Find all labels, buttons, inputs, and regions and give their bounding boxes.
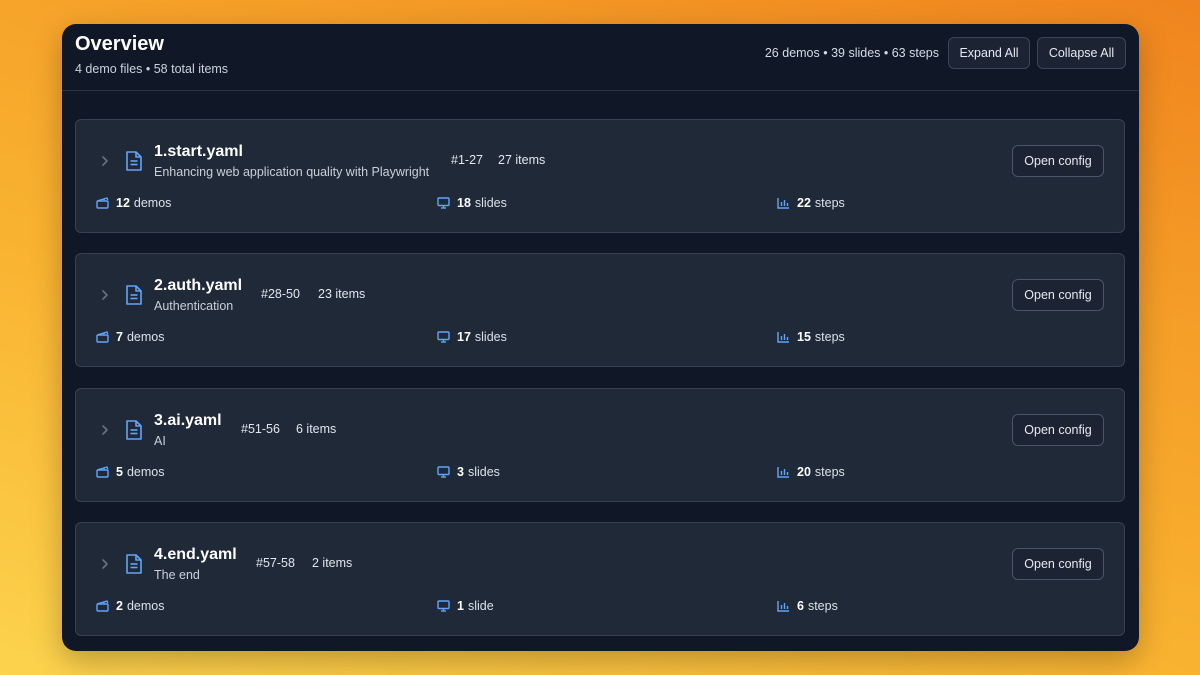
steps-stat: 15 steps [777, 330, 845, 344]
demos-label: demos [126, 465, 165, 479]
chevron-right-icon[interactable] [99, 153, 111, 169]
item-count: 2 items [312, 556, 353, 570]
demos-count: 2 [116, 599, 123, 613]
file-description: Authentication [154, 299, 234, 313]
steps-label: steps [814, 196, 845, 210]
chevron-right-icon[interactable] [99, 422, 111, 438]
slides-label: slides [467, 465, 500, 479]
file-name: 1.start.yaml [154, 143, 243, 160]
item-range: #1-27 [451, 153, 483, 167]
item-range: #28-50 [261, 287, 300, 301]
overview-header: Overview 4 demo files • 58 total items 2… [62, 24, 1139, 91]
demo-file-card[interactable]: 1.start.yaml Enhancing web application q… [75, 119, 1125, 233]
demos-label: demos [126, 599, 165, 613]
demos-stat: 12 demos [96, 196, 171, 210]
file-icon [126, 554, 142, 574]
open-config-button[interactable]: Open config [1012, 414, 1104, 446]
item-count: 6 items [296, 422, 337, 436]
clapperboard-icon [96, 466, 109, 478]
clapperboard-icon [96, 600, 109, 612]
demo-file-card[interactable]: 2.auth.yaml Authentication #28-50 23 ite… [75, 253, 1125, 367]
steps-count: 6 [797, 599, 804, 613]
file-name: 3.ai.yaml [154, 412, 222, 429]
item-range: #51-56 [241, 422, 280, 436]
file-icon [126, 285, 142, 305]
slides-stat: 1 slide [437, 599, 494, 613]
slides-count: 1 [457, 599, 464, 613]
page-subtitle: 4 demo files • 58 total items [75, 62, 229, 76]
totals-summary: 26 demos • 39 slides • 63 steps [764, 46, 939, 60]
open-config-button[interactable]: Open config [1012, 145, 1104, 177]
steps-stat: 22 steps [777, 196, 845, 210]
file-description: Enhancing web application quality with P… [154, 165, 430, 179]
slides-stat: 17 slides [437, 330, 507, 344]
file-icon [126, 151, 142, 171]
clapperboard-icon [96, 197, 109, 209]
file-name: 4.end.yaml [154, 546, 237, 563]
steps-count: 22 [797, 196, 811, 210]
demos-count: 5 [116, 465, 123, 479]
demos-label: demos [133, 196, 172, 210]
chevron-right-icon[interactable] [99, 556, 111, 572]
demos-label: demos [126, 330, 165, 344]
steps-stat: 20 steps [777, 465, 845, 479]
item-count: 23 items [318, 287, 366, 301]
steps-count: 15 [797, 330, 811, 344]
presentation-icon [437, 600, 450, 612]
demo-file-card[interactable]: 4.end.yaml The end #57-58 2 items Open c… [75, 522, 1125, 636]
demos-count: 12 [116, 196, 130, 210]
expand-all-button[interactable]: Expand All [948, 37, 1030, 69]
clapperboard-icon [96, 331, 109, 343]
bar-chart-icon [777, 332, 789, 343]
file-description: AI [154, 434, 166, 448]
steps-label: steps [807, 599, 838, 613]
bar-chart-icon [777, 198, 789, 209]
demos-stat: 7 demos [96, 330, 164, 344]
presentation-icon [437, 331, 450, 343]
slides-count: 17 [457, 330, 471, 344]
demo-file-card[interactable]: 3.ai.yaml AI #51-56 6 items Open config … [75, 388, 1125, 502]
demos-stat: 5 demos [96, 465, 164, 479]
demos-count: 7 [116, 330, 123, 344]
item-count: 27 items [498, 153, 546, 167]
steps-label: steps [814, 330, 845, 344]
steps-count: 20 [797, 465, 811, 479]
slides-label: slides [474, 196, 507, 210]
steps-label: steps [814, 465, 845, 479]
file-icon [126, 420, 142, 440]
slides-count: 18 [457, 196, 471, 210]
presentation-icon [437, 466, 450, 478]
bar-chart-icon [777, 467, 789, 478]
bar-chart-icon [777, 601, 789, 612]
presentation-icon [437, 197, 450, 209]
file-name: 2.auth.yaml [154, 277, 243, 294]
overview-panel: Overview 4 demo files • 58 total items 2… [62, 24, 1139, 651]
open-config-button[interactable]: Open config [1012, 279, 1104, 311]
open-config-button[interactable]: Open config [1012, 548, 1104, 580]
slides-label: slides [474, 330, 507, 344]
steps-stat: 6 steps [777, 599, 838, 613]
slides-count: 3 [457, 465, 464, 479]
slides-label: slide [467, 599, 494, 613]
collapse-all-button[interactable]: Collapse All [1037, 37, 1126, 69]
slides-stat: 3 slides [437, 465, 500, 479]
item-range: #57-58 [256, 556, 295, 570]
file-description: The end [154, 568, 200, 582]
demos-stat: 2 demos [96, 599, 164, 613]
chevron-right-icon[interactable] [99, 287, 111, 303]
slides-stat: 18 slides [437, 196, 507, 210]
page-title: Overview [75, 33, 164, 55]
